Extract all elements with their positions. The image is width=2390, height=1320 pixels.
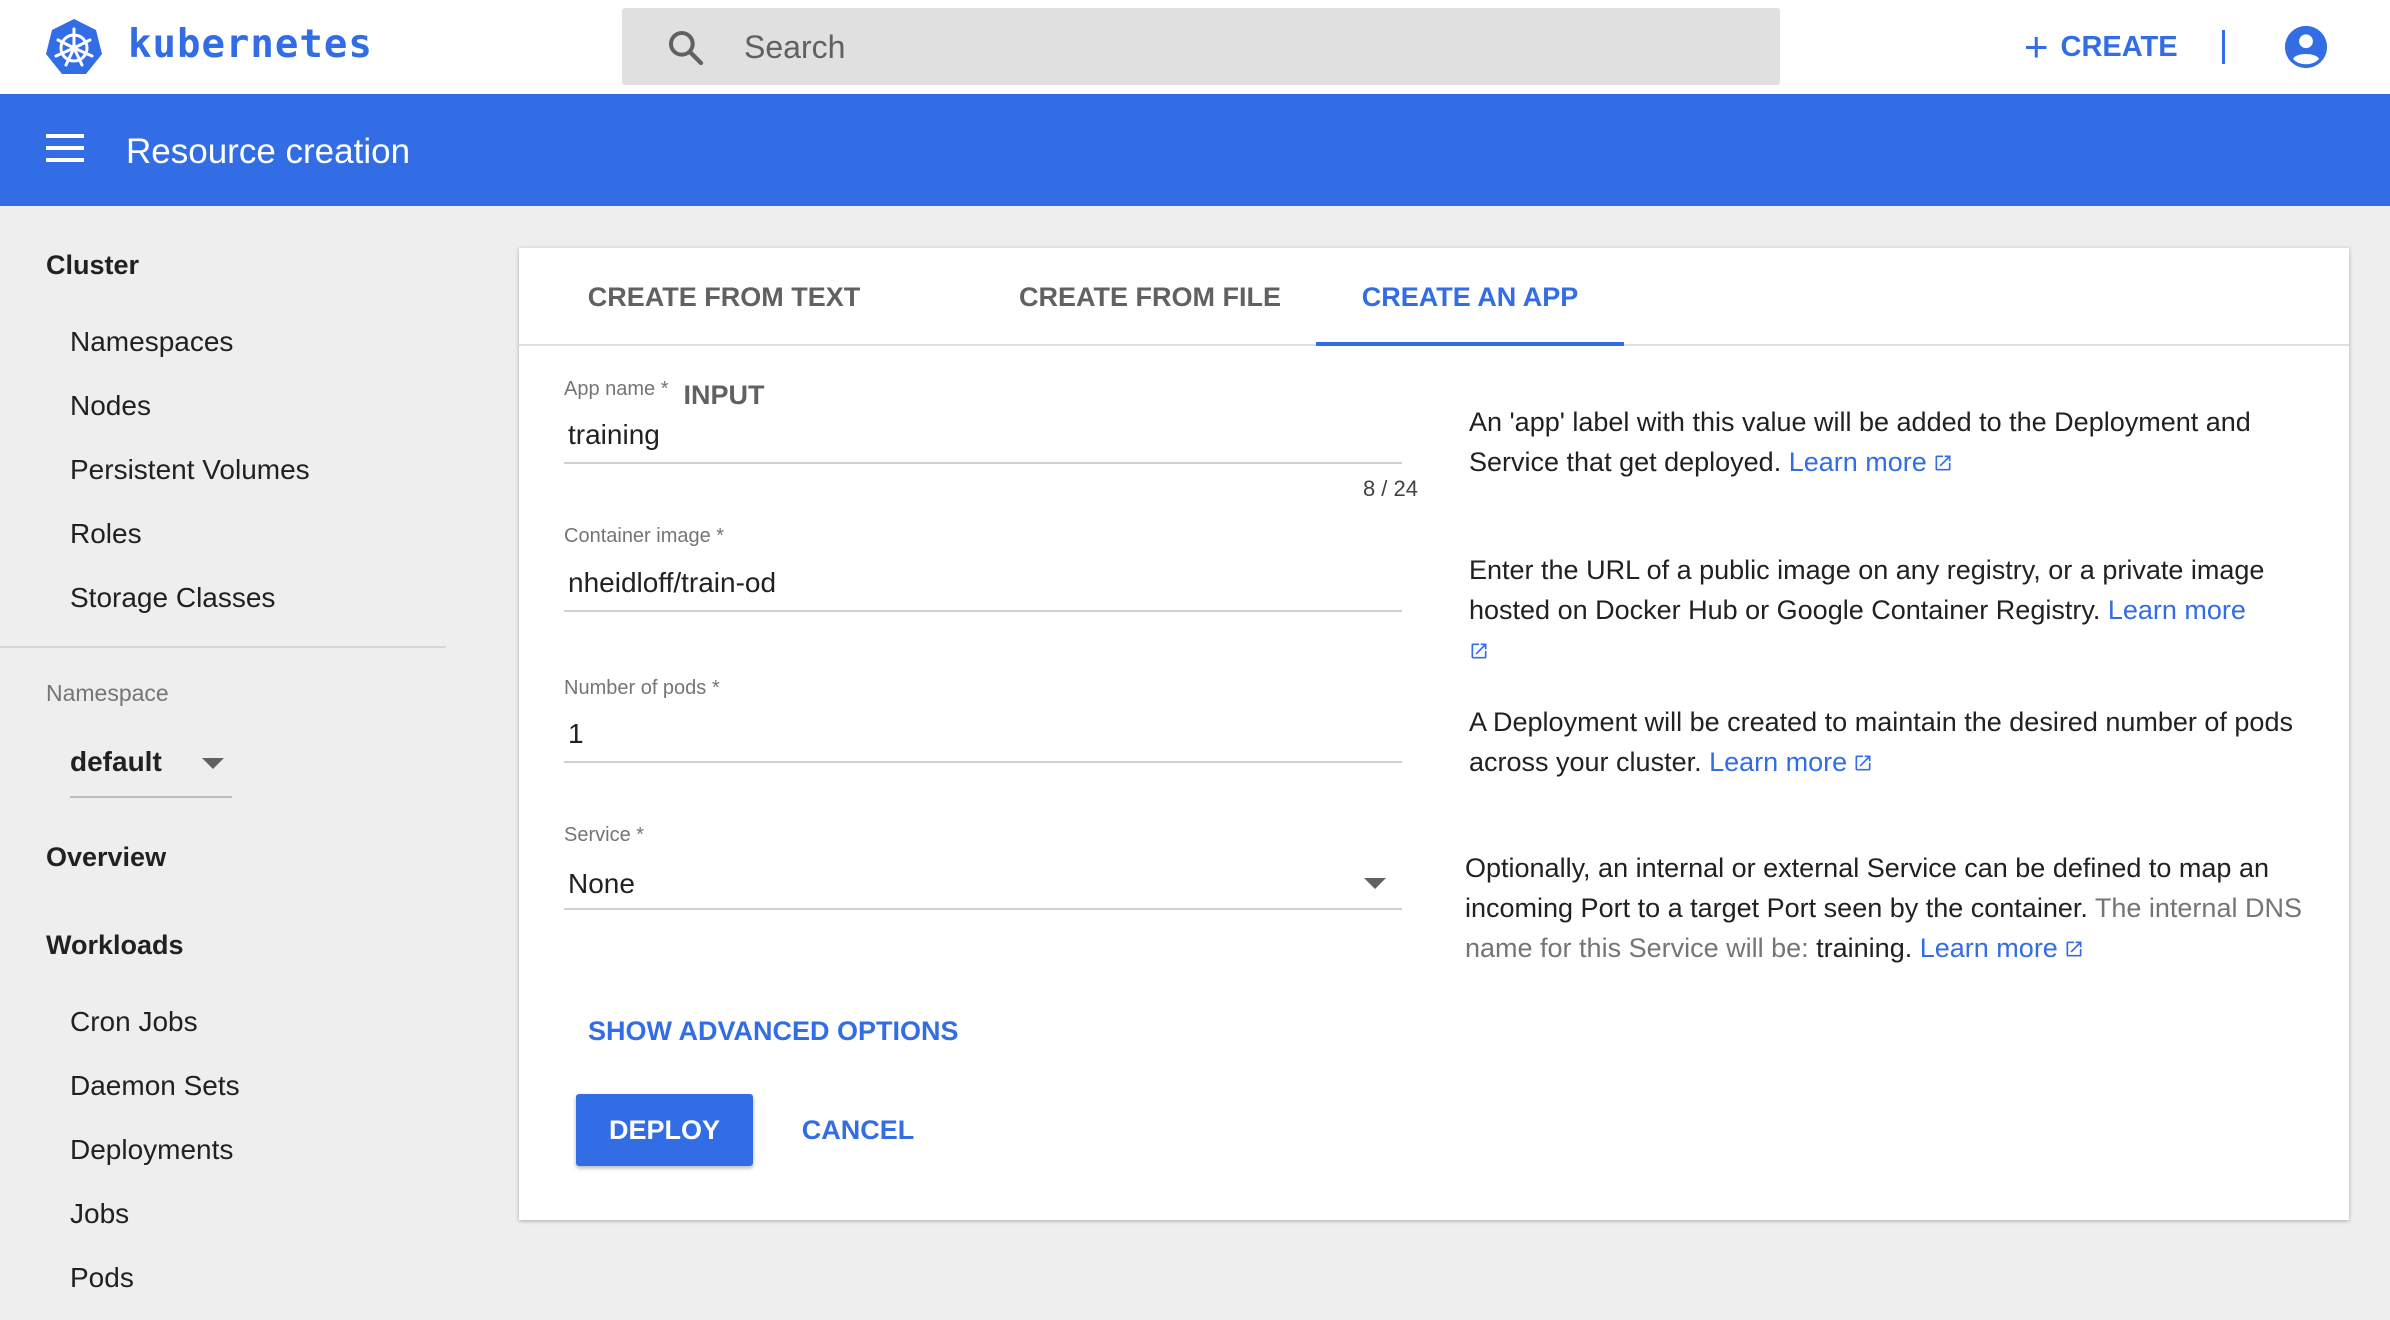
app-name-label: App name *: [564, 378, 669, 400]
external-link-icon: [1935, 455, 1951, 471]
create-button[interactable]: + CREATE: [2024, 22, 2178, 72]
sidebar-heading-workloads[interactable]: Workloads: [46, 930, 184, 961]
app-bar: Resource creation: [0, 94, 2390, 206]
search-bar[interactable]: [622, 8, 1780, 85]
container-image-help: Enter the URL of a public image on any r…: [1469, 550, 2319, 670]
deploy-button[interactable]: DEPLOY: [576, 1094, 753, 1166]
service-label: Service *: [564, 824, 645, 846]
search-input[interactable]: [744, 22, 1744, 72]
tab-create-from-file[interactable]: CREATE FROM FILE: [997, 248, 1303, 346]
brand-name[interactable]: kubernetes: [128, 22, 373, 67]
top-bar: kubernetes + CREATE: [0, 0, 2390, 94]
sidebar-item-deployments[interactable]: Deployments: [70, 1134, 233, 1166]
external-link-icon: [1855, 755, 1871, 771]
hamburger-menu-icon[interactable]: [46, 134, 84, 166]
pods-input[interactable]: [564, 707, 1402, 763]
tab-create-an-app[interactable]: CREATE AN APP: [1316, 248, 1624, 346]
show-advanced-options-button[interactable]: SHOW ADVANCED OPTIONS: [588, 1016, 959, 1047]
container-image-input[interactable]: [564, 556, 1402, 612]
namespace-label: Namespace: [46, 680, 169, 706]
sidebar-item-jobs[interactable]: Jobs: [70, 1198, 129, 1230]
sidebar-item-pods[interactable]: Pods: [70, 1262, 134, 1294]
sidebar-item-persistent-volumes[interactable]: Persistent Volumes: [70, 454, 310, 486]
resource-creation-card: CREATE FROM TEXT INPUT CREATE FROM FILE …: [519, 248, 2349, 1220]
namespace-select[interactable]: default: [70, 736, 232, 798]
container-image-label: Container image *: [564, 525, 725, 547]
sidebar-divider: [0, 646, 446, 648]
plus-icon: +: [2024, 23, 2049, 70]
sidebar: Cluster Namespaces Nodes Persistent Volu…: [0, 206, 446, 1320]
external-link-icon: [2066, 941, 2082, 957]
app-name-help: An 'app' label with this value will be a…: [1469, 402, 2319, 482]
kubernetes-logo-icon[interactable]: [44, 17, 104, 77]
page-title: Resource creation: [126, 132, 411, 171]
sidebar-item-storage-classes[interactable]: Storage Classes: [70, 582, 275, 614]
sidebar-item-roles[interactable]: Roles: [70, 518, 142, 550]
search-icon: [669, 31, 704, 66]
chevron-down-icon: [1364, 878, 1386, 889]
sidebar-heading-overview[interactable]: Overview: [46, 842, 166, 873]
account-icon[interactable]: [2283, 24, 2329, 70]
sidebar-item-daemon-sets[interactable]: Daemon Sets: [70, 1070, 240, 1102]
header-divider: [2222, 30, 2225, 64]
create-label: CREATE: [2060, 30, 2178, 63]
cancel-button[interactable]: CANCEL: [799, 1094, 917, 1166]
app-name-counter: 8 / 24: [1362, 476, 1418, 501]
service-learn-more-link[interactable]: Learn more: [1920, 933, 2084, 963]
namespace-value: default: [70, 746, 162, 777]
service-value: None: [568, 868, 635, 899]
sidebar-item-cron-jobs[interactable]: Cron Jobs: [70, 1006, 198, 1038]
sidebar-item-namespaces[interactable]: Namespaces: [70, 326, 233, 358]
pods-learn-more-link[interactable]: Learn more: [1709, 747, 1873, 777]
chevron-down-icon: [202, 758, 224, 769]
tab-bar: CREATE FROM TEXT INPUT CREATE FROM FILE …: [519, 248, 2349, 410]
service-dns-name: training: [1816, 933, 1905, 963]
app-name-learn-more-link[interactable]: Learn more: [1789, 447, 1953, 477]
pods-help-text: A Deployment will be created to maintain…: [1469, 707, 2293, 777]
pods-help: A Deployment will be created to maintain…: [1469, 702, 2319, 782]
service-select[interactable]: None: [564, 854, 1402, 910]
tab-create-from-text-input[interactable]: CREATE FROM TEXT INPUT: [549, 248, 899, 410]
service-help: Optionally, an internal or external Serv…: [1465, 853, 2302, 963]
pods-label: Number of pods *: [564, 677, 720, 699]
app-name-input[interactable]: [564, 408, 1402, 464]
sidebar-item-nodes[interactable]: Nodes: [70, 390, 151, 422]
external-link-icon: [1471, 643, 1487, 659]
sidebar-heading-cluster[interactable]: Cluster: [46, 250, 139, 281]
